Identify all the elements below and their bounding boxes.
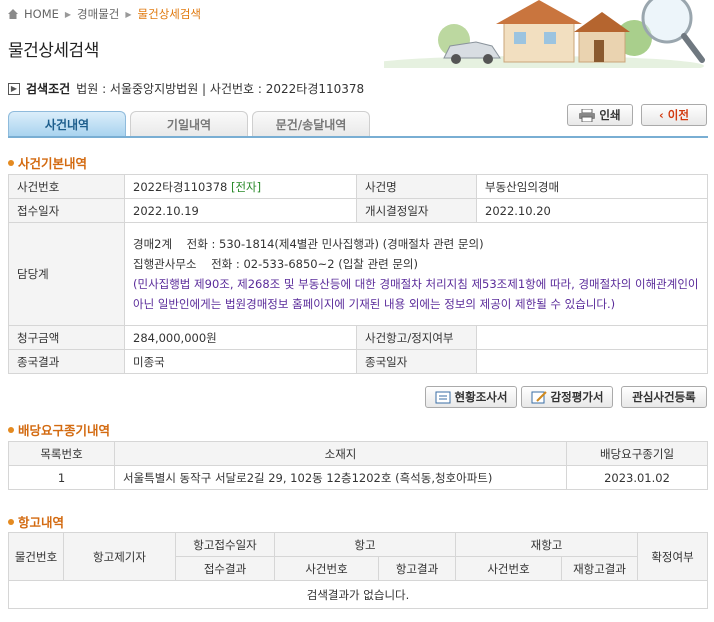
search-condition-label: 검색조건: [26, 82, 71, 96]
table-row: 청구금액 284,000,000원 사건항고/정지여부: [8, 325, 708, 350]
col-reappeal-result: 재항고결과: [561, 556, 639, 581]
bullet-icon: [8, 518, 14, 525]
electronic-tag: [전자]: [230, 179, 262, 194]
search-condition-text: 법원 : 서울중앙지방법원 | 사건번호 : 2022타경110378: [76, 82, 365, 96]
search-condition: ▶ 검색조건 법원 : 서울중앙지방법원 | 사건번호 : 2022타경1103…: [8, 80, 364, 97]
arrow-box-icon: ▶: [8, 82, 20, 95]
back-button-label: 이전: [667, 108, 689, 122]
col-confirmed: 확정여부: [637, 532, 709, 581]
printer-icon: [579, 108, 596, 122]
case-number-cell: 2022타경110378 [전자]: [124, 174, 357, 199]
tab-documents[interactable]: 문건/송달내역: [252, 111, 370, 136]
final-result-label: 종국결과: [8, 349, 125, 374]
breadcrumb-current: 물건상세검색: [137, 7, 202, 21]
table-header-row: 물건번호 항고제기자 항고접수일자 항고 재항고 확정여부: [8, 532, 709, 581]
chevron-right-icon: ▶: [64, 9, 72, 19]
bullet-icon: [8, 159, 14, 166]
section-title-case-basic: 사건기본내역: [8, 153, 87, 172]
breadcrumb: HOME ▶ 경매물건 ▶ 물건상세검색: [8, 6, 201, 22]
chevron-right-icon: ▶: [125, 9, 132, 19]
col-reappeal: 재항고: [455, 532, 639, 557]
col-deadline: 배당요구종기일: [566, 441, 708, 466]
watch-button[interactable]: 관심사건등록: [621, 386, 707, 408]
empty-message: 검색결과가 없습니다.: [7, 580, 709, 609]
print-button-label: 인쇄: [599, 108, 621, 122]
receipt-date-label: 접수일자: [8, 198, 125, 223]
bullet-icon: [8, 426, 14, 433]
col-appeal-result: 항고결과: [377, 556, 457, 581]
claim-label: 청구금액: [8, 325, 125, 350]
appraisal-label: 감정평가서: [550, 390, 604, 404]
pencil-icon: [531, 390, 547, 403]
case-number-label: 사건번호: [8, 174, 125, 199]
final-date-value: [476, 349, 708, 374]
section-title-dividend: 배당요구종기내역: [8, 420, 110, 439]
document-icon: [435, 391, 451, 403]
col-case-no: 사건번호: [274, 556, 379, 581]
home-icon: [8, 9, 18, 19]
col-address: 소재지: [114, 441, 567, 466]
watch-label: 관심사건등록: [632, 390, 696, 404]
page-title: 물건상세검색: [8, 41, 99, 61]
col-filer: 항고제기자: [63, 532, 176, 581]
case-number-value: 2022타경110378: [133, 179, 228, 194]
final-date-label: 종국일자: [356, 349, 477, 374]
dividend-address: 서울특별시 동작구 서달로2길 29, 102동 12층1202호 (흑석동,청…: [114, 465, 567, 490]
table-row: 담당계 경매2계 전화 : 530-1814(제4별관 민사집행과) (경매절차…: [8, 222, 708, 326]
case-basic-table: 사건번호 2022타경110378 [전자] 사건명 부동산임의경매 접수일자 …: [8, 174, 708, 374]
case-name-value: 부동산임의경매: [476, 174, 708, 199]
col-item-no: 목록번호: [8, 441, 115, 466]
commence-date-label: 개시결정일자: [356, 198, 477, 223]
appraisal-button[interactable]: 감정평가서: [521, 386, 613, 408]
appeal-table: 물건번호 항고제기자 항고접수일자 항고 재항고 확정여부 접수결과 사건번호 …: [7, 532, 709, 609]
house-illustration: [384, 0, 714, 68]
section-title-appeal: 항고내역: [8, 512, 64, 531]
dividend-deadline: 2023.01.02: [566, 465, 708, 490]
breadcrumb-level1[interactable]: 경매물건: [77, 6, 119, 22]
receipt-date-value: 2022.10.19: [124, 198, 357, 223]
back-button[interactable]: ‹ 이전: [641, 104, 707, 126]
dividend-no: 1: [8, 465, 115, 490]
table-row: 사건번호 2022타경110378 [전자] 사건명 부동산임의경매: [8, 174, 708, 199]
col-receipt-result: 접수결과: [175, 556, 275, 581]
case-name-label: 사건명: [356, 174, 477, 199]
commence-date-value: 2022.10.20: [476, 198, 708, 223]
dept-line-2: 집행관사무소 전화 : 02-533-6850~2 (입찰 관련 문의): [133, 257, 418, 271]
chevron-left-icon: ‹: [659, 108, 664, 122]
status-report-button[interactable]: 현황조사서: [425, 386, 517, 408]
tab-bar: 사건내역 기일내역 문건/송달내역: [8, 111, 370, 137]
appeal-stop-value: [476, 325, 708, 350]
dept-label: 담당계: [8, 222, 125, 326]
tab-schedule[interactable]: 기일내역: [130, 111, 248, 136]
tab-case-details[interactable]: 사건내역: [8, 111, 126, 136]
final-result-value: 미종국: [124, 349, 357, 374]
col-item-no: 물건번호: [8, 532, 64, 581]
table-row: 검색결과가 없습니다.: [7, 580, 709, 609]
claim-value: 284,000,000원: [124, 325, 357, 350]
appeal-stop-label: 사건항고/정지여부: [356, 325, 477, 350]
dept-line-1: 경매2계 전화 : 530-1814(제4별관 민사집행과) (경매절차 관련 …: [133, 237, 484, 251]
table-row: 종국결과 미종국 종국일자: [8, 349, 708, 374]
print-button[interactable]: 인쇄: [567, 104, 633, 126]
status-report-label: 현황조사서: [454, 390, 508, 404]
table-row: 1 서울특별시 동작구 서달로2길 29, 102동 12층1202호 (흑석동…: [8, 465, 708, 490]
col-appeal-date: 항고접수일자: [175, 532, 275, 557]
tab-divider: [8, 136, 708, 138]
dividend-table: 목록번호 소재지 배당요구종기일 1 서울특별시 동작구 서달로2길 29, 1…: [8, 441, 708, 490]
breadcrumb-home[interactable]: HOME: [24, 7, 59, 21]
dept-notice: (민사집행법 제90조, 제268조 및 부동산등에 대한 경매절차 처리지침 …: [133, 277, 699, 311]
table-row: 접수일자 2022.10.19 개시결정일자 2022.10.20: [8, 198, 708, 223]
dept-value: 경매2계 전화 : 530-1814(제4별관 민사집행과) (경매절차 관련 …: [124, 222, 708, 326]
col-re-case-no: 사건번호: [455, 556, 563, 581]
col-appeal: 항고: [273, 532, 457, 557]
table-header-row: 목록번호 소재지 배당요구종기일: [8, 441, 708, 466]
